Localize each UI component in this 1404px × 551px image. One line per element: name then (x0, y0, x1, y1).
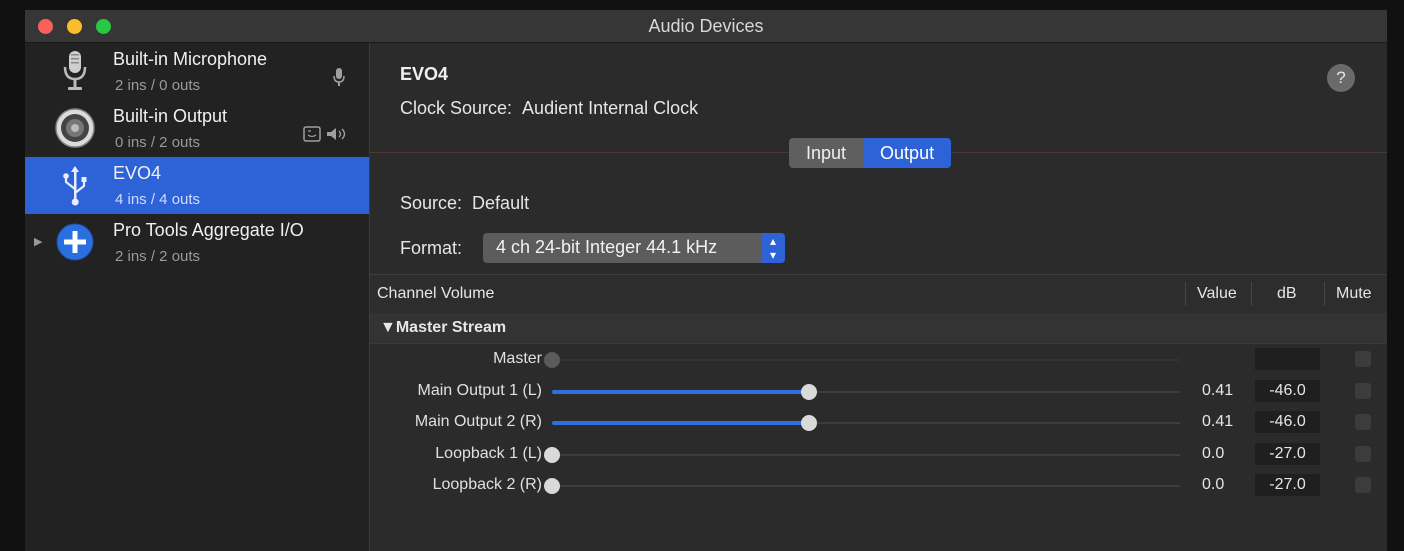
source-row: Source: Default (400, 193, 539, 214)
mute-checkbox[interactable] (1355, 445, 1371, 462)
slider-fill (552, 421, 810, 425)
channel-label: Loopback 2 (R) (432, 476, 542, 493)
device-io: 4 ins / 4 outs (115, 191, 201, 208)
device-name: Built-in Output (113, 106, 228, 126)
clock-source: Clock Source: Audient Internal Clock (400, 98, 708, 119)
device-name: Built-in Microphone (113, 49, 268, 69)
device-io: 0 ins / 2 outs (115, 134, 201, 151)
channel-row: Master (370, 344, 1387, 375)
db-field[interactable]: -46.0 (1255, 379, 1320, 402)
channel-label: Main Output 2 (R) (414, 413, 542, 430)
channel-value: 0.41 (1202, 413, 1234, 430)
stream-label: ▼Master Stream (380, 319, 506, 337)
finder-speaker-icons (303, 126, 346, 142)
title-bar[interactable]: Audio Devices (25, 10, 1387, 43)
format-popup[interactable]: 4 ch 24-bit Integer 44.1 kHz ▴ ▾ (483, 233, 785, 263)
device-item-pro-tools-aggregate[interactable]: ▶ Pro Tools Aggregate I/O 2 ins / 2 outs (25, 214, 369, 271)
device-io: 2 ins / 0 outs (115, 77, 201, 94)
col-separator (1185, 282, 1186, 306)
db-field[interactable] (1255, 348, 1320, 370)
channel-value: 0.0 (1202, 444, 1225, 462)
master-stream-group[interactable]: ▼Master Stream (370, 313, 1387, 344)
mute-checkbox[interactable] (1355, 382, 1371, 399)
volume-slider[interactable] (544, 446, 1180, 463)
channel-table-header: Channel Volume Value dB Mute (370, 274, 1387, 314)
device-list[interactable]: Built-in Microphone 2 ins / 0 outs Built… (25, 43, 370, 551)
channel-label: Loopback 1 (L) (435, 444, 542, 462)
disclosure-triangle-icon[interactable]: ▶ (34, 235, 42, 248)
mic-input-icon (333, 68, 345, 86)
stream-name: Master Stream (395, 319, 507, 336)
device-name: Pro Tools Aggregate I/O (113, 220, 304, 240)
volume-slider[interactable] (552, 415, 1180, 431)
source-value: Default (472, 193, 530, 213)
slider-knob[interactable] (544, 352, 560, 368)
device-item-built-in-microphone[interactable]: Built-in Microphone 2 ins / 0 outs (25, 43, 369, 100)
channel-value: 0.0 (1202, 476, 1225, 493)
col-value[interactable]: Value (1197, 285, 1237, 303)
channel-label: Master (493, 350, 542, 367)
clock-source-label: Clock Source: (400, 98, 513, 118)
device-title: EVO4 (400, 64, 449, 84)
db-field[interactable]: -46.0 (1255, 411, 1320, 433)
disclosure-open-icon: ▼ (380, 319, 396, 336)
device-io: 2 ins / 2 outs (115, 248, 201, 265)
device-detail-pane: EVO4 ? Clock Source: Audient Internal Clo… (370, 43, 1387, 551)
speaker-icon (55, 108, 95, 148)
help-button[interactable]: ? (1327, 64, 1355, 92)
volume-slider[interactable] (544, 352, 1180, 368)
window-title: Audio Devices (648, 16, 764, 36)
aggregate-plus-icon (56, 223, 94, 261)
channel-value: 0.41 (1202, 381, 1234, 399)
slider-fill (552, 389, 810, 394)
col-separator (1324, 282, 1325, 306)
audio-devices-window: Audio Devices Built-in Microphone 2 ins … (25, 10, 1387, 551)
slider-knob[interactable] (544, 478, 560, 494)
usb-icon (63, 166, 87, 206)
slider-knob[interactable] (544, 446, 560, 463)
channel-row: Main Output 1 (L) 0.41 -46.0 (370, 376, 1387, 407)
device-name: EVO4 (113, 163, 162, 183)
mute-checkbox[interactable] (1355, 351, 1371, 367)
col-channel-volume[interactable]: Channel Volume (377, 285, 494, 303)
tab-input[interactable]: Input (789, 138, 864, 168)
clock-source-value: Audient Internal Clock (522, 98, 699, 118)
device-item-built-in-output[interactable]: Built-in Output 0 ins / 2 outs (25, 100, 369, 157)
microphone-icon (63, 51, 87, 90)
col-mute[interactable]: Mute (1336, 285, 1372, 303)
db-field[interactable]: -27.0 (1255, 474, 1320, 496)
channel-row: Loopback 1 (L) 0.0 -27.0 (370, 439, 1387, 470)
channel-row: Main Output 2 (R) 0.41 -46.0 (370, 407, 1387, 438)
updown-chevron-icon: ▴ ▾ (761, 233, 785, 263)
input-output-segmented-control[interactable]: Input Output (789, 138, 952, 168)
format-label: Format: (400, 238, 463, 258)
volume-slider[interactable] (544, 478, 1180, 494)
format-value: 4 ch 24-bit Integer 44.1 kHz (496, 237, 718, 257)
source-label: Source: (400, 193, 463, 213)
mute-checkbox[interactable] (1355, 477, 1371, 493)
mute-checkbox[interactable] (1355, 414, 1371, 430)
channel-row: Loopback 2 (R) 0.0 -27.0 (370, 470, 1387, 501)
tab-output[interactable]: Output (863, 138, 952, 168)
device-item-evo4[interactable]: EVO4 4 ins / 4 outs (25, 157, 369, 214)
col-separator (1251, 282, 1252, 306)
channel-label: Main Output 1 (L) (417, 381, 543, 399)
col-db[interactable]: dB (1277, 285, 1297, 303)
volume-slider[interactable] (552, 383, 1180, 400)
slider-knob[interactable] (801, 383, 818, 400)
db-field[interactable]: -27.0 (1255, 442, 1320, 465)
slider-knob[interactable] (801, 415, 818, 431)
